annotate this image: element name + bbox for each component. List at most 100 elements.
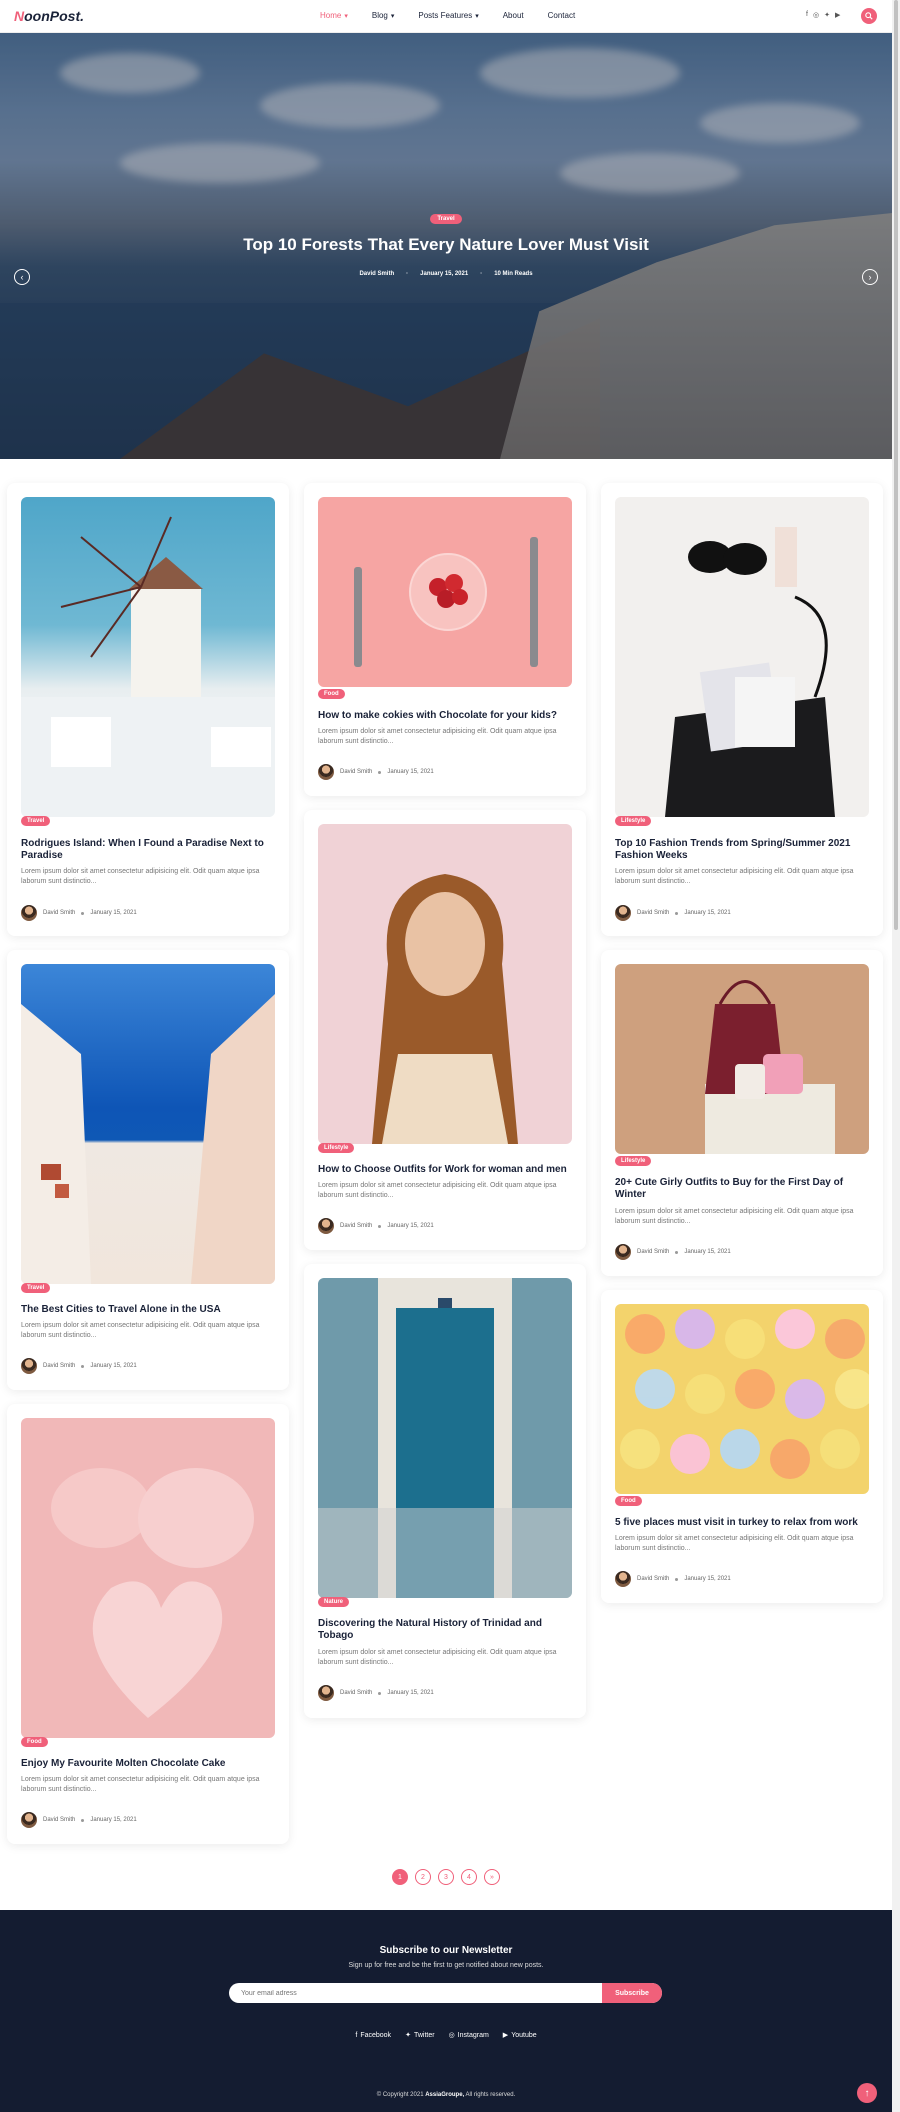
pagination: 1 2 3 4 » bbox=[392, 1869, 500, 1885]
post-card[interactable]: Travel Rodrigues Island: When I Found a … bbox=[7, 483, 289, 936]
page-4[interactable]: 4 bbox=[461, 1869, 477, 1885]
nav-blog[interactable]: Blog ▾ bbox=[372, 11, 395, 20]
post-card[interactable]: Food Enjoy My Favourite Molten Chocolate… bbox=[7, 1404, 289, 1844]
post-image[interactable] bbox=[318, 824, 572, 1144]
nav-about[interactable]: About bbox=[503, 11, 524, 20]
facebook-icon[interactable]: f bbox=[806, 11, 808, 19]
chevron-left-icon: ‹ bbox=[20, 272, 24, 282]
twitter-icon[interactable]: ✦ bbox=[824, 11, 830, 19]
hero-author[interactable]: David Smith bbox=[359, 271, 394, 277]
chevron-down-icon: ▾ bbox=[344, 12, 348, 20]
post-image[interactable] bbox=[615, 497, 869, 817]
post-author[interactable]: David Smith bbox=[637, 1249, 669, 1255]
post-category[interactable]: Travel bbox=[21, 816, 51, 826]
post-image[interactable] bbox=[21, 1418, 275, 1738]
youtube-icon[interactable]: ▶ bbox=[835, 11, 840, 19]
post-title[interactable]: Rodrigues Island: When I Found a Paradis… bbox=[21, 838, 275, 862]
post-author[interactable]: David Smith bbox=[340, 1223, 372, 1229]
site-header: NoonPost. Home ▾ Blog ▾ Posts Features ▾ Ab… bbox=[0, 0, 892, 33]
post-title[interactable]: Enjoy My Favourite Molten Chocolate Cake bbox=[21, 1758, 275, 1770]
post-title[interactable]: The Best Cities to Travel Alone in the U… bbox=[21, 1304, 275, 1316]
post-category[interactable]: Travel bbox=[21, 1283, 51, 1293]
post-date: January 15, 2021 bbox=[387, 769, 434, 775]
avatar[interactable] bbox=[615, 1571, 631, 1587]
hero-next-button[interactable]: › bbox=[862, 269, 878, 285]
post-author[interactable]: David Smith bbox=[43, 1817, 75, 1823]
footer-link-twitter[interactable]: ✦ Twitter bbox=[405, 2031, 435, 2040]
post-author[interactable]: David Smith bbox=[43, 1363, 75, 1369]
post-category[interactable]: Lifestyle bbox=[318, 1143, 355, 1153]
post-card[interactable]: Food 5 five places must visit in turkey … bbox=[601, 1290, 883, 1603]
post-author[interactable]: David Smith bbox=[43, 910, 75, 916]
hero-date: January 15, 2021 bbox=[420, 271, 469, 277]
post-image[interactable] bbox=[21, 964, 275, 1284]
copyright: © Copyright 2021 AssiaGroupe, All rights… bbox=[376, 2092, 516, 2098]
post-date: January 15, 2021 bbox=[684, 910, 731, 916]
post-category[interactable]: Nature bbox=[318, 1597, 350, 1607]
site-logo[interactable]: NoonPost. bbox=[14, 8, 84, 24]
instagram-icon[interactable]: ◎ bbox=[813, 11, 819, 19]
copyright-brand[interactable]: AssiaGroupe, bbox=[425, 2092, 464, 2098]
post-title[interactable]: Discovering the Natural History of Trini… bbox=[318, 1618, 572, 1642]
post-card[interactable]: Travel The Best Cities to Travel Alone i… bbox=[7, 950, 289, 1390]
avatar[interactable] bbox=[21, 1812, 37, 1828]
post-card[interactable]: Lifestyle 20+ Cute Girly Outfits to Buy … bbox=[601, 950, 883, 1276]
chevron-down-icon: ▾ bbox=[390, 12, 395, 20]
avatar[interactable] bbox=[615, 1244, 631, 1260]
hero-title[interactable]: Top 10 Forests That Every Nature Lover M… bbox=[0, 235, 892, 255]
post-author[interactable]: David Smith bbox=[340, 769, 372, 775]
post-image[interactable] bbox=[318, 1278, 572, 1598]
avatar[interactable] bbox=[318, 1218, 334, 1234]
email-field[interactable] bbox=[229, 1983, 599, 2003]
post-title[interactable]: How to make cokies with Chocolate for yo… bbox=[318, 710, 572, 722]
post-author[interactable]: David Smith bbox=[637, 910, 669, 916]
subscribe-button[interactable]: Subscribe bbox=[602, 1983, 662, 2003]
avatar[interactable] bbox=[318, 764, 334, 780]
avatar[interactable] bbox=[21, 1358, 37, 1374]
avatar[interactable] bbox=[318, 1685, 334, 1701]
post-image[interactable] bbox=[318, 497, 572, 687]
post-date: January 15, 2021 bbox=[90, 910, 137, 916]
post-category[interactable]: Lifestyle bbox=[615, 816, 652, 826]
post-meta: David Smith January 15, 2021 bbox=[318, 1685, 434, 1701]
hero-category-badge[interactable]: Travel bbox=[430, 214, 462, 224]
post-category[interactable]: Food bbox=[615, 1496, 642, 1506]
nav-posts-features[interactable]: Posts Features ▾ bbox=[418, 11, 478, 20]
page-3[interactable]: 3 bbox=[438, 1869, 454, 1885]
post-category[interactable]: Food bbox=[318, 689, 345, 699]
nav-contact[interactable]: Contact bbox=[548, 11, 576, 20]
post-card[interactable]: Lifestyle How to Choose Outfits for Work… bbox=[304, 810, 586, 1250]
footer-link-instagram[interactable]: ◎ Instagram bbox=[449, 2031, 489, 2040]
nav-home[interactable]: Home ▾ bbox=[320, 11, 348, 20]
post-card[interactable]: Nature Discovering the Natural History o… bbox=[304, 1264, 586, 1718]
page-next[interactable]: » bbox=[484, 1869, 500, 1885]
page-2[interactable]: 2 bbox=[415, 1869, 431, 1885]
hero-meta: David Smith · January 15, 2021 · 10 Min … bbox=[359, 271, 533, 277]
footer-link-youtube[interactable]: ▶ Youtube bbox=[503, 2031, 537, 2040]
post-title[interactable]: 5 five places must visit in turkey to re… bbox=[615, 1517, 869, 1529]
avatar[interactable] bbox=[21, 905, 37, 921]
post-image[interactable] bbox=[615, 1304, 869, 1494]
post-title[interactable]: How to Choose Outfits for Work for woman… bbox=[318, 1164, 572, 1176]
post-card[interactable]: Food How to make cokies with Chocolate f… bbox=[304, 483, 586, 796]
footer-link-facebook[interactable]: f Facebook bbox=[355, 2031, 391, 2039]
post-category[interactable]: Lifestyle bbox=[615, 1156, 652, 1166]
post-category[interactable]: Food bbox=[21, 1737, 48, 1747]
post-author[interactable]: David Smith bbox=[340, 1690, 372, 1696]
post-date: January 15, 2021 bbox=[90, 1363, 137, 1369]
post-image[interactable] bbox=[21, 497, 275, 817]
avatar[interactable] bbox=[615, 905, 631, 921]
post-author[interactable]: David Smith bbox=[637, 1576, 669, 1582]
back-to-top-button[interactable]: ↑ bbox=[857, 2083, 877, 2103]
scrollbar-thumb[interactable] bbox=[894, 0, 898, 930]
post-card[interactable]: Lifestyle Top 10 Fashion Trends from Spr… bbox=[601, 483, 883, 936]
post-title[interactable]: 20+ Cute Girly Outfits to Buy for the Fi… bbox=[615, 1177, 869, 1201]
page-1[interactable]: 1 bbox=[392, 1869, 408, 1885]
hero-prev-button[interactable]: ‹ bbox=[14, 269, 30, 285]
post-excerpt: Lorem ipsum dolor sit amet consectetur a… bbox=[318, 1182, 557, 1199]
post-image[interactable] bbox=[615, 964, 869, 1154]
post-date: January 15, 2021 bbox=[684, 1249, 731, 1255]
post-meta: David Smith January 15, 2021 bbox=[615, 1571, 731, 1587]
search-button[interactable] bbox=[861, 8, 877, 24]
post-title[interactable]: Top 10 Fashion Trends from Spring/Summer… bbox=[615, 838, 869, 862]
